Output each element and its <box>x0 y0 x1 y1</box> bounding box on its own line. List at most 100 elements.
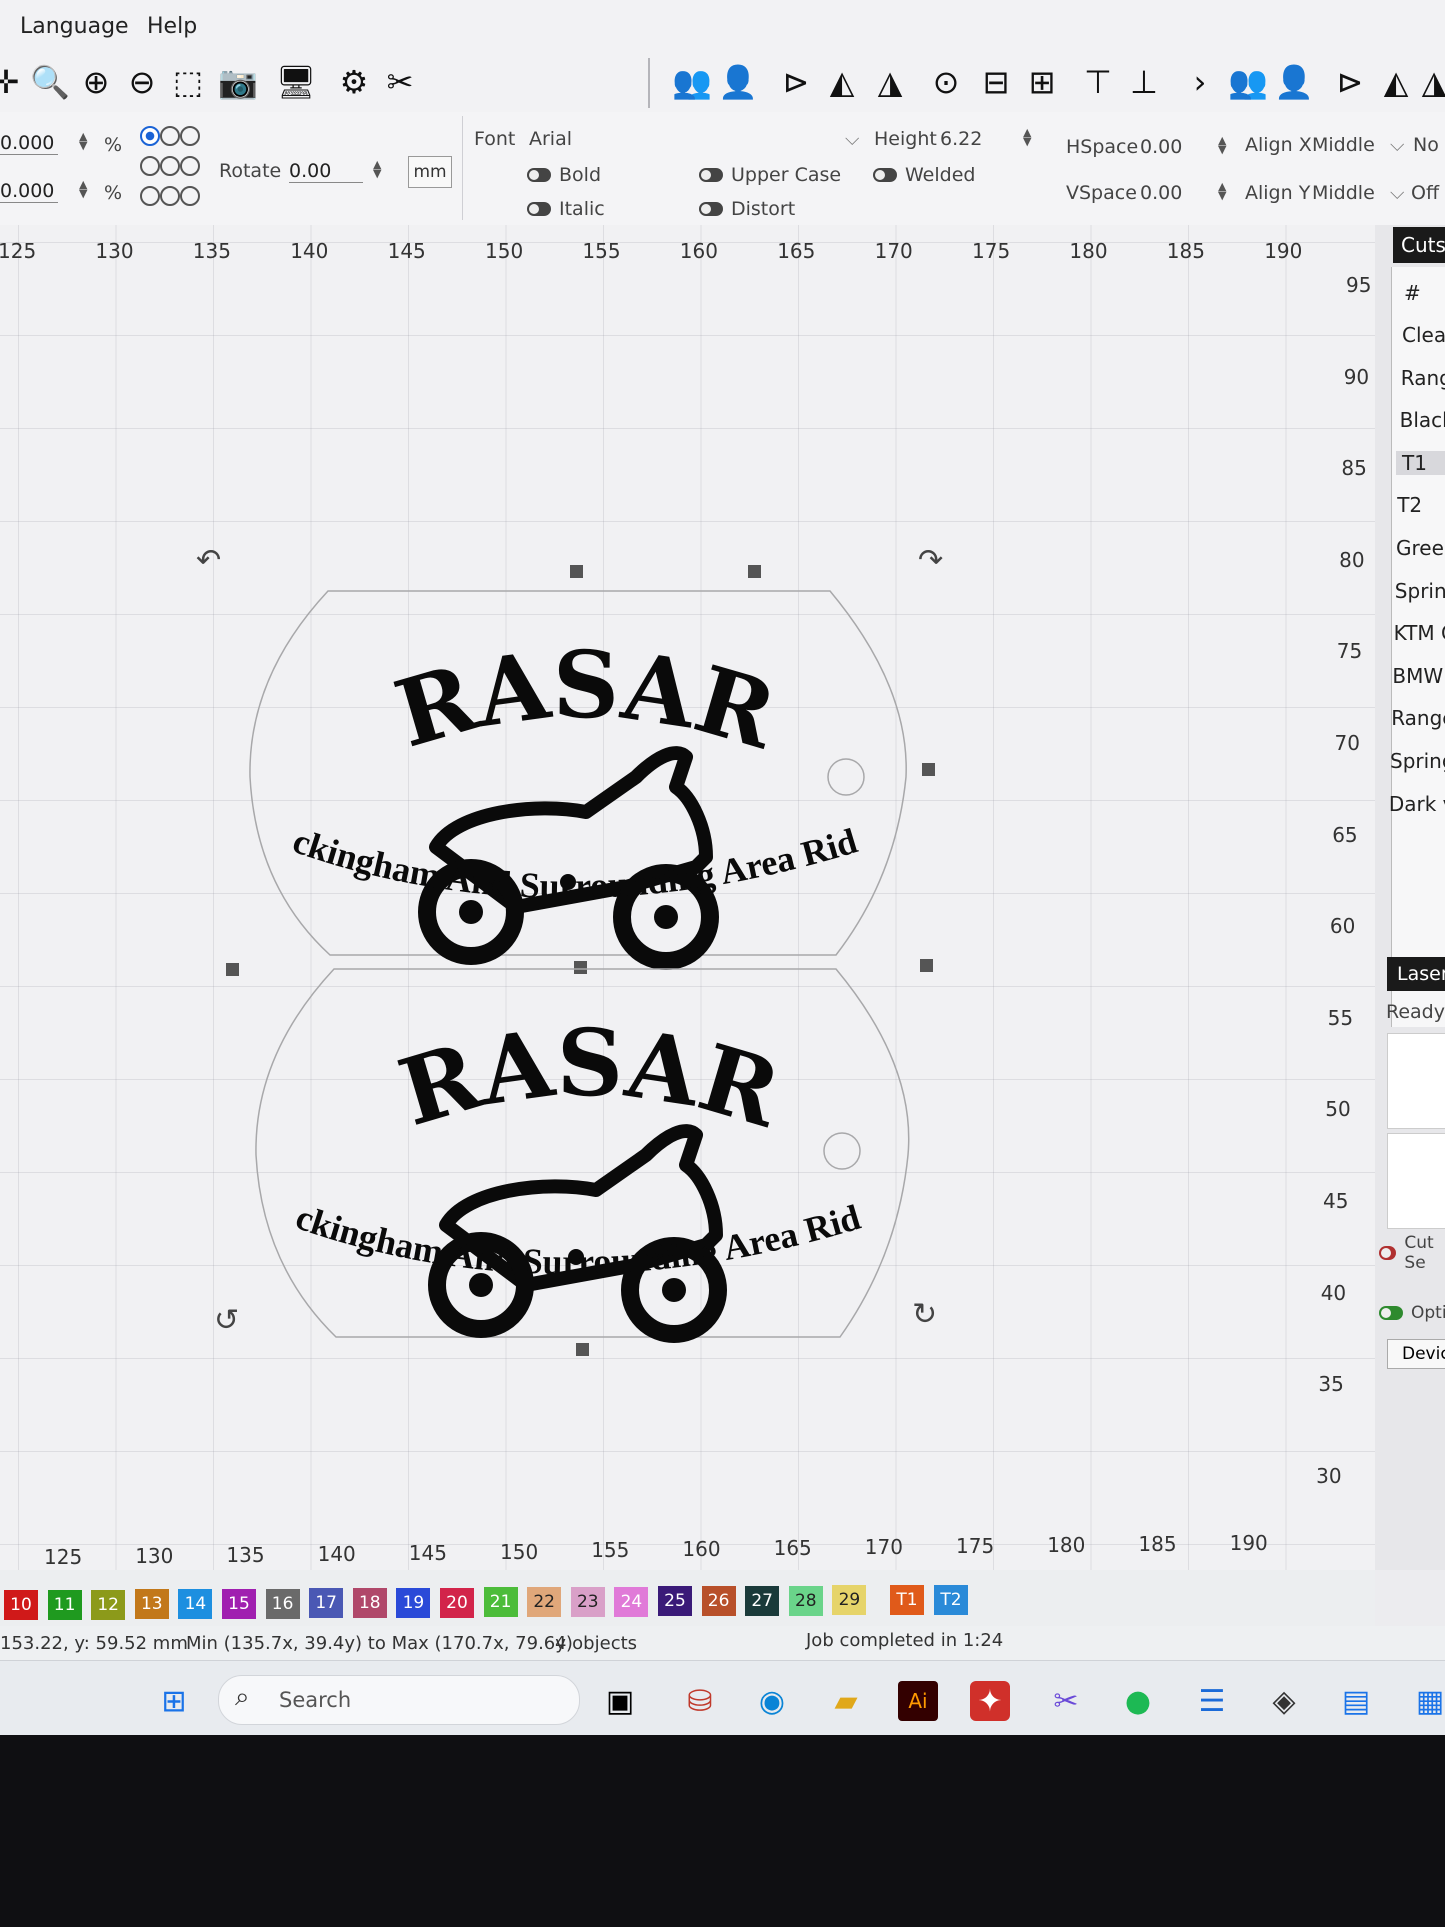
cut-layer-item[interactable]: Dark ve <box>1389 792 1445 816</box>
rotate-handle-icon[interactable]: ↺ <box>214 1303 239 1338</box>
align-x-select[interactable]: Middle <box>1312 134 1375 156</box>
user-icon[interactable]: 👤 <box>718 60 758 104</box>
flip-horizontal-icon[interactable]: ⊳ <box>1330 60 1370 104</box>
app-icon[interactable]: ▤ <box>1336 1681 1376 1721</box>
palette-swatch-11[interactable]: 11 <box>47 1589 82 1620</box>
font-select[interactable]: Arial <box>529 128 572 150</box>
lightburn-icon[interactable]: ✦ <box>970 1681 1010 1721</box>
file-explorer-icon[interactable]: ▰ <box>826 1681 866 1721</box>
palette-swatch-16[interactable]: 16 <box>265 1588 300 1619</box>
cut-layer-item[interactable]: Black <box>1400 408 1445 432</box>
zoom-selection-icon[interactable]: ⬚ <box>168 60 208 104</box>
notepad-icon[interactable]: ☰ <box>1192 1681 1232 1721</box>
unit-button[interactable]: mm <box>408 156 452 188</box>
spin-icon[interactable]: ▲ ▼ <box>1218 181 1226 201</box>
align-icon[interactable]: ⊟ <box>976 60 1016 104</box>
rotate-handle-icon[interactable]: ↶ <box>196 543 221 578</box>
scale-handle[interactable] <box>748 565 761 578</box>
spin-icon[interactable]: ▲ ▼ <box>373 159 381 179</box>
palette-swatch-19[interactable]: 19 <box>396 1587 431 1618</box>
vspace-field[interactable]: 0.00 <box>1140 182 1182 204</box>
anchor-radio[interactable] <box>140 156 160 176</box>
palette-swatch-21[interactable]: 21 <box>483 1587 518 1618</box>
palette-swatch-29[interactable]: 29 <box>832 1585 867 1616</box>
scale-handle[interactable] <box>922 763 935 776</box>
spotify-icon[interactable]: ● <box>1118 1681 1158 1721</box>
palette-swatch-26[interactable]: 26 <box>701 1586 736 1616</box>
mirror-line-icon[interactable]: ◮ <box>870 60 910 104</box>
cuts-tab[interactable]: Cuts <box>1393 227 1445 263</box>
cut-layer-item[interactable]: Clear <box>1402 323 1445 347</box>
palette-swatch-14[interactable]: 14 <box>178 1589 213 1619</box>
laser-tab[interactable]: Laser <box>1387 957 1445 991</box>
menu-help[interactable]: Help <box>147 14 197 39</box>
scale-handle[interactable] <box>920 959 933 972</box>
palette-swatch-t2[interactable]: T2 <box>934 1584 968 1615</box>
upper-case-toggle[interactable]: Upper Case <box>699 164 841 186</box>
cut-layer-item[interactable]: Green <box>1396 536 1445 560</box>
spin-icon[interactable]: ▲ ▼ <box>1218 135 1226 155</box>
palette-swatch-13[interactable]: 13 <box>134 1589 169 1620</box>
chevron-down-icon[interactable]: ⌵ <box>1390 182 1404 204</box>
cut-layer-item[interactable]: KTM C <box>1394 621 1445 645</box>
anchor-radio[interactable] <box>140 126 160 146</box>
target-icon[interactable]: ⊙ <box>926 60 966 104</box>
palette-swatch-15[interactable]: 15 <box>222 1588 256 1619</box>
scale-handle[interactable] <box>570 565 583 578</box>
palette-swatch-27[interactable]: 27 <box>745 1585 780 1616</box>
spin-icon[interactable]: ▲ ▼ <box>79 131 87 151</box>
mirror-icon[interactable]: ◭ <box>1376 60 1416 104</box>
chevron-right-icon[interactable]: › <box>1180 60 1220 104</box>
cut-layer-item[interactable]: T1 <box>1396 450 1445 475</box>
cut-layer-item[interactable]: Spring <box>1395 579 1445 603</box>
height-field[interactable]: 6.22 <box>940 128 982 150</box>
app-icon[interactable]: ▦ <box>1410 1681 1445 1721</box>
bold-toggle[interactable]: Bold <box>527 164 601 186</box>
hspace-field[interactable]: 0.00 <box>1140 136 1182 158</box>
mirror-icon[interactable]: ◭ <box>822 60 862 104</box>
zoom-in-icon[interactable]: ⊕ <box>76 60 116 104</box>
palette-swatch-20[interactable]: 20 <box>440 1587 474 1618</box>
design-tag-bottom[interactable]: RASAR Rockingham And Surrounding Area Ri… <box>252 965 916 1569</box>
palette-swatch-22[interactable]: 22 <box>527 1587 562 1617</box>
taskbar-search-box[interactable]: ⌕ Search <box>218 1675 580 1725</box>
extra-select-2[interactable]: Off <box>1411 182 1439 204</box>
move-icon[interactable]: ✛ <box>0 60 26 104</box>
cut-layer-item[interactable]: T2 <box>1397 493 1422 517</box>
cut-layer-item[interactable]: Ranger <box>1391 706 1445 730</box>
palette-swatch-24[interactable]: 24 <box>614 1586 649 1617</box>
optimize-toggle[interactable]: Optimi <box>1379 1303 1445 1323</box>
edge-browser-icon[interactable]: ◉ <box>752 1681 792 1721</box>
chevron-down-icon[interactable]: ⌵ <box>845 128 859 150</box>
align-middle-icon[interactable]: ⊥ <box>1124 60 1164 104</box>
cut-layer-item[interactable]: BMW T <box>1392 664 1445 688</box>
devices-button[interactable]: Devices <box>1387 1339 1445 1369</box>
group-icon[interactable]: 👥 <box>672 60 712 104</box>
cut-layer-item[interactable]: Range <box>1401 366 1445 390</box>
illustrator-icon[interactable]: Ai <box>898 1681 938 1721</box>
user-icon[interactable]: 👤 <box>1274 60 1314 104</box>
anchor-radio[interactable] <box>160 156 180 176</box>
spin-icon[interactable]: ▲ ▼ <box>79 179 87 199</box>
spin-icon[interactable]: ▲ ▼ <box>1023 127 1031 147</box>
palette-swatch-17[interactable]: 17 <box>309 1588 344 1619</box>
mirror-line-icon[interactable]: ◮ <box>1414 60 1445 104</box>
extra-select-1[interactable]: No <box>1413 134 1439 156</box>
flip-horizontal-icon[interactable]: ⊳ <box>776 60 816 104</box>
camera-icon[interactable]: 📷 <box>218 60 258 104</box>
task-view-icon[interactable]: ▣ <box>600 1681 640 1721</box>
tools-icon[interactable]: ✂ <box>380 60 420 104</box>
palette-swatch-25[interactable]: 25 <box>658 1586 692 1617</box>
design-canvas[interactable]: 125 130 135 140 145 150 155 160 165 170 175 180 185 1… <box>0 225 1375 1570</box>
distribute-icon[interactable]: ⊞ <box>1022 60 1062 104</box>
italic-toggle[interactable]: Italic <box>527 198 605 220</box>
palette-swatch-12[interactable]: 12 <box>91 1589 126 1620</box>
group-icon[interactable]: 👥 <box>1228 60 1268 104</box>
distort-toggle[interactable]: Distort <box>699 198 795 220</box>
cut-layer-item[interactable]: Springl <box>1390 749 1445 773</box>
welded-toggle[interactable]: Welded <box>873 164 975 186</box>
align-y-select[interactable]: Middle <box>1312 182 1375 204</box>
anchor-radio[interactable] <box>180 186 200 206</box>
anchor-radio[interactable] <box>180 156 200 176</box>
app-icon[interactable]: ⛁ <box>680 1681 720 1721</box>
